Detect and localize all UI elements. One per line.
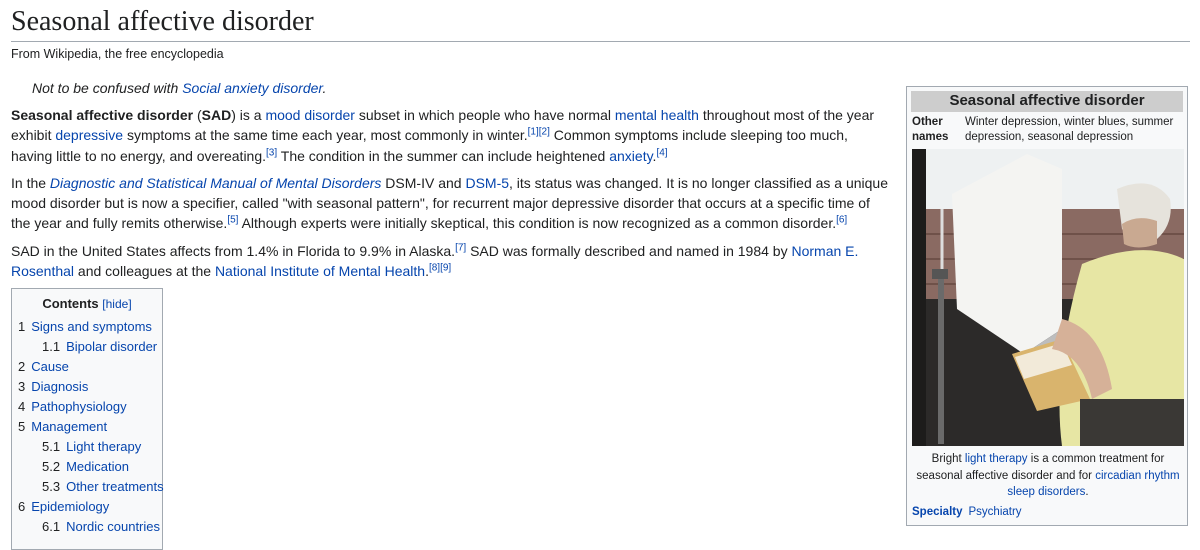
ref-9[interactable]: [9]	[440, 262, 451, 273]
toc-number: 3	[18, 379, 26, 394]
link-mental-health[interactable]: mental health	[615, 107, 699, 123]
toc-link[interactable]: Nordic countries	[66, 519, 160, 534]
text: Although experts were initially skeptica…	[238, 215, 837, 232]
specialty-row: Specialty Psychiatry	[912, 505, 1022, 520]
photo-caption: Bright light therapy is a common treatme…	[915, 451, 1181, 501]
link-mood-disorder[interactable]: mood disorder	[265, 107, 355, 123]
text: In the	[11, 174, 50, 191]
table-of-contents: Contents [hide] 1 Signs and symptoms 1.1 B…	[11, 288, 164, 550]
text: The condition in the summer can include …	[277, 147, 610, 164]
ref-1[interactable]: [1]	[528, 127, 539, 138]
text: SAD was formally described and named in …	[466, 242, 792, 259]
toc-number: 1.1	[42, 339, 61, 354]
toc-link[interactable]: Management	[31, 419, 107, 434]
page-title: Seasonal affective disorder	[11, 4, 1190, 42]
article-body: Seasonal affective disorder (SAD) is a m…	[11, 105, 891, 288]
other-names-label-line1: Other	[912, 116, 943, 128]
toc-number: 2	[18, 359, 26, 374]
ref-2[interactable]: [2]	[539, 127, 550, 138]
toc-number: 1	[18, 319, 26, 334]
hatnote-link[interactable]: Social anxiety disorder	[182, 80, 322, 96]
specialty-label[interactable]: Specialty	[912, 506, 963, 518]
text: (	[193, 107, 202, 123]
text: symptoms at the same time each year, mos…	[123, 127, 528, 144]
toc-item[interactable]: 5 Management	[12, 417, 162, 437]
text: ) is a	[231, 107, 266, 123]
toc-link[interactable]: Light therapy	[66, 439, 141, 454]
link-dsm-5[interactable]: DSM-5	[465, 175, 509, 191]
other-names-label-line2: names	[912, 131, 949, 143]
toc-item[interactable]: 4 Pathophysiology	[12, 397, 162, 417]
link-dsm[interactable]: Diagnostic and Statistical Manual of Men…	[50, 175, 382, 191]
toc-item[interactable]: 1 Signs and symptoms	[12, 317, 162, 337]
intro-paragraph-3: SAD in the United States affects from 1.…	[11, 241, 891, 282]
ref-6[interactable]: [6]	[836, 215, 847, 226]
link-light-therapy[interactable]: light therapy	[965, 453, 1028, 465]
text: DSM-IV and	[381, 174, 466, 191]
toc-title: Contents	[42, 296, 99, 311]
toc-item[interactable]: 5.2 Medication	[12, 457, 162, 477]
toc-link[interactable]: Pathophysiology	[31, 399, 126, 414]
infobox: Seasonal affective disorder Other names W…	[906, 86, 1188, 526]
toc-link[interactable]: Medication	[66, 459, 129, 474]
ref-3[interactable]: [3]	[266, 147, 277, 158]
toc-item[interactable]: 6 Epidemiology	[12, 497, 162, 517]
toc-list: 1 Signs and symptoms 1.1 Bipolar disorder …	[12, 317, 164, 537]
text: .	[1085, 486, 1089, 498]
intro-paragraph-2: In the Diagnostic and Statistical Manual…	[11, 173, 891, 234]
other-names-value: Winter depression, winter blues, summer …	[965, 116, 1174, 143]
toc-link[interactable]: Bipolar disorder	[66, 339, 157, 354]
toc-item[interactable]: 3 Diagnosis	[12, 377, 162, 397]
link-depressive[interactable]: depressive	[55, 127, 123, 143]
toc-item[interactable]: 2 Cause	[12, 357, 162, 377]
link-anxiety[interactable]: anxiety	[609, 148, 652, 164]
toc-hide-toggle[interactable]: [hide]	[102, 297, 131, 311]
text: subset in which people who have normal	[354, 107, 615, 123]
toc-item[interactable]: 6.1 Nordic countries	[12, 517, 162, 537]
intro-paragraph-1: Seasonal affective disorder (SAD) is a m…	[11, 105, 891, 166]
toc-heading: Contents [hide]	[12, 296, 162, 311]
toc-number: 5	[18, 419, 26, 434]
toc-number: 6.1	[42, 519, 61, 534]
ref-4[interactable]: [4]	[656, 147, 667, 158]
toc-number: 5.3	[42, 479, 61, 494]
ref-5[interactable]: [5]	[227, 215, 238, 226]
other-names-label: Other names	[912, 115, 948, 145]
toc-link[interactable]: Diagnosis	[31, 379, 88, 394]
toc-link[interactable]: Epidemiology	[31, 499, 109, 514]
toc-number: 4	[18, 399, 26, 414]
toc-number: 6	[18, 499, 26, 514]
tagline: From Wikipedia, the free encyclopedia	[11, 47, 224, 61]
toc-link[interactable]: Cause	[31, 359, 69, 374]
ref-8[interactable]: [8]	[429, 262, 440, 273]
text: and colleagues at the	[74, 263, 215, 280]
link-nimh[interactable]: National Institute of Mental Health	[215, 263, 425, 279]
toc-link[interactable]: Other treatments	[66, 479, 164, 494]
light-therapy-photo[interactable]	[912, 149, 1184, 446]
text: Bright	[931, 453, 965, 465]
infobox-title: Seasonal affective disorder	[911, 91, 1183, 112]
toc-number: 5.1	[42, 439, 61, 454]
toc-item[interactable]: 5.3 Other treatments	[12, 477, 164, 497]
ref-7[interactable]: [7]	[455, 242, 466, 253]
toc-link[interactable]: Signs and symptoms	[31, 319, 152, 334]
toc-number: 5.2	[42, 459, 61, 474]
text: SAD in the United States affects from 1.…	[11, 242, 456, 259]
hatnote: Not to be confused with Social anxiety d…	[32, 80, 326, 96]
bold-term: Seasonal affective disorder	[11, 107, 194, 123]
specialty-value[interactable]: Psychiatry	[969, 506, 1022, 518]
hatnote-suffix: .	[322, 80, 327, 96]
toc-item[interactable]: 1.1 Bipolar disorder	[12, 337, 162, 357]
hatnote-prefix: Not to be confused with	[32, 80, 183, 96]
bold-abbrev: SAD	[201, 107, 232, 123]
toc-item[interactable]: 5.1 Light therapy	[12, 437, 162, 457]
